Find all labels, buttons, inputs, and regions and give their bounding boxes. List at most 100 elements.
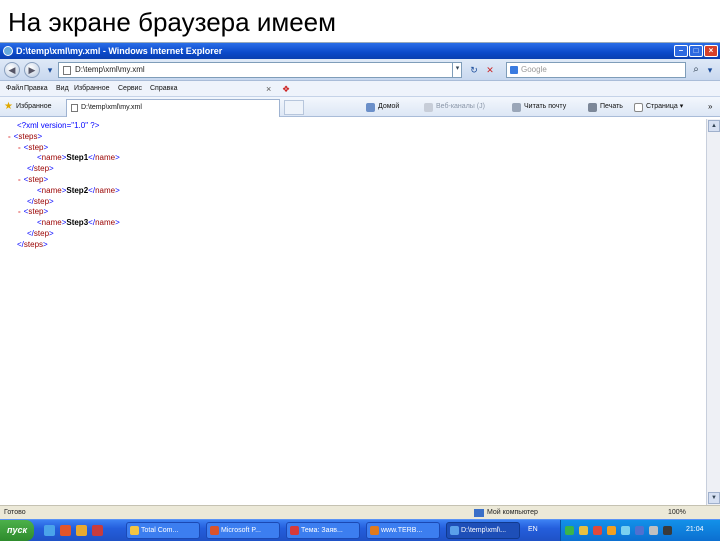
- taskbar-button[interactable]: Microsoft P...: [206, 522, 280, 539]
- xml-tag-name: step: [28, 207, 44, 217]
- tray-icon[interactable]: [663, 526, 672, 535]
- xml-tag-name: name: [95, 218, 116, 228]
- tray-icon[interactable]: [635, 526, 644, 535]
- app-icon: [290, 526, 299, 535]
- tab-current[interactable]: D:\temp\xml\my.xml: [66, 99, 280, 117]
- taskbar-button[interactable]: www.TERB...: [366, 522, 440, 539]
- address-url: D:\temp\xml\my.xml: [75, 65, 145, 74]
- favorites-button[interactable]: Избранное: [16, 97, 51, 117]
- xml-viewer: <?xml version="1.0" ?> - <steps> - <step> <na…: [0, 119, 706, 505]
- address-bar: ◀ ▶ ▾ D:\temp\xml\my.xml ▾ ↻ ✕ Google ⌕ …: [0, 59, 720, 81]
- search-icon[interactable]: ⌕: [690, 64, 702, 76]
- folder-quicklaunch-icon[interactable]: [76, 525, 87, 536]
- xml-declaration: <?xml version="1.0" ?>: [17, 121, 100, 130]
- stop-icon[interactable]: ✕: [484, 64, 496, 76]
- xml-line[interactable]: - <step>: [18, 143, 48, 154]
- taskbar-button[interactable]: Total Com...: [126, 522, 200, 539]
- xml-tag-name: steps: [18, 131, 38, 141]
- xml-tag-name: step: [33, 196, 50, 206]
- taskbar-button-label: Microsoft P...: [221, 527, 261, 534]
- address-dropdown-icon[interactable]: ▾: [452, 62, 462, 78]
- back-icon[interactable]: ◀: [4, 62, 20, 78]
- menu-help[interactable]: Справка: [150, 81, 177, 97]
- home-icon: [366, 102, 375, 112]
- feeds-button[interactable]: Веб-каналы (J): [424, 97, 485, 117]
- xml-text-value: Step3: [66, 218, 89, 228]
- chevron-down-icon: ▾: [679, 103, 684, 110]
- taskbar-button[interactable]: Тема: Заяв...: [286, 522, 360, 539]
- refresh-icon[interactable]: ↻: [468, 64, 480, 76]
- xml-tag-name: steps: [23, 239, 44, 249]
- window-title: D:\temp\xml\my.xml - Windows Internet Ex…: [16, 46, 223, 56]
- xml-line: <?xml version="1.0" ?>: [17, 121, 99, 132]
- scroll-up-icon[interactable]: ▲: [708, 120, 720, 132]
- page-button[interactable]: Страница ▾: [634, 97, 683, 117]
- speaker-icon[interactable]: [649, 526, 658, 535]
- collapse-icon[interactable]: -: [18, 175, 21, 184]
- menu-file[interactable]: Файл: [6, 81, 23, 97]
- scroll-down-icon[interactable]: ▼: [708, 492, 720, 504]
- slide-title: На экране браузера имеем: [8, 7, 337, 37]
- maximize-icon[interactable]: □: [689, 45, 703, 57]
- xml-bracket: >: [37, 131, 43, 141]
- tray-icon[interactable]: [565, 526, 574, 535]
- collapse-icon[interactable]: -: [18, 143, 21, 152]
- chevron-right-icon[interactable]: »: [708, 97, 712, 117]
- xml-line[interactable]: - <step>: [18, 175, 48, 186]
- tray-icon[interactable]: [593, 526, 602, 535]
- menu-view[interactable]: Вид: [56, 81, 69, 97]
- print-label: Печать: [600, 103, 623, 110]
- xml-bracket: >: [115, 185, 120, 195]
- address-input[interactable]: D:\temp\xml\my.xml: [58, 62, 462, 78]
- xml-line[interactable]: - <steps>: [8, 132, 42, 143]
- app-icon: [370, 526, 379, 535]
- collapse-icon[interactable]: -: [8, 132, 11, 141]
- app-quicklaunch-icon[interactable]: [92, 525, 103, 536]
- forward-icon[interactable]: ▶: [24, 62, 40, 78]
- ie-logo-icon: [3, 46, 13, 56]
- security-zone[interactable]: Мой компьютер: [474, 506, 538, 520]
- xml-tag-name: name: [95, 153, 116, 163]
- new-tab-button[interactable]: [284, 100, 304, 115]
- read-mail-button[interactable]: Читать почту: [512, 97, 566, 117]
- toolbar-extra-icon[interactable]: ❖: [282, 81, 290, 97]
- home-button[interactable]: Домой: [366, 97, 399, 117]
- menu-edit[interactable]: Правка: [24, 81, 48, 97]
- start-button[interactable]: пуск: [0, 520, 34, 541]
- xml-line[interactable]: - <step>: [18, 207, 48, 218]
- minimize-icon[interactable]: –: [674, 45, 688, 57]
- office-quicklaunch-icon[interactable]: [60, 525, 71, 536]
- window-titlebar[interactable]: D:\temp\xml\my.xml - Windows Internet Ex…: [0, 43, 720, 59]
- zoom-level[interactable]: 100%: [668, 506, 686, 520]
- tray-icon[interactable]: [621, 526, 630, 535]
- taskbar-button-label: www.TERB...: [381, 527, 423, 534]
- tab-title: D:\temp\xml\my.xml: [81, 104, 142, 111]
- favorites-bar: ★ Избранное D:\temp\xml\my.xml Домой Веб…: [0, 97, 720, 117]
- collapse-icon[interactable]: -: [18, 207, 21, 216]
- page-icon: [71, 104, 78, 112]
- chevron-down-icon[interactable]: ▾: [44, 64, 56, 76]
- xml-line: </steps>: [17, 240, 48, 251]
- close-menubar-icon[interactable]: ×: [266, 81, 271, 97]
- search-input[interactable]: Google: [506, 62, 686, 78]
- tray-icon[interactable]: [607, 526, 616, 535]
- language-indicator[interactable]: EN: [528, 520, 538, 540]
- search-options-icon[interactable]: ▾: [704, 64, 716, 76]
- menu-favorites[interactable]: Избранное: [74, 81, 109, 97]
- close-icon[interactable]: ×: [704, 45, 718, 57]
- menu-tools[interactable]: Сервис: [118, 81, 142, 97]
- status-bar: Готово Мой компьютер 100%: [0, 505, 720, 519]
- taskbar-button[interactable]: D:\temp\xml\...: [446, 522, 520, 539]
- read-mail-label: Читать почту: [524, 103, 567, 110]
- page-label: Страница: [646, 103, 678, 110]
- home-label: Домой: [378, 103, 400, 110]
- xml-bracket: >: [43, 207, 49, 217]
- ie-quicklaunch-icon[interactable]: [44, 525, 55, 536]
- tray-icon[interactable]: [579, 526, 588, 535]
- taskbar: пуск Total Com... Microsoft P... Тема: Зая…: [0, 519, 720, 541]
- app-icon: [130, 526, 139, 535]
- xml-tag-name: name: [41, 218, 62, 228]
- xml-line: <name>Step2</name>: [37, 186, 120, 197]
- vertical-scrollbar[interactable]: ▲ ▼: [706, 119, 720, 505]
- print-button[interactable]: Печать: [588, 97, 623, 117]
